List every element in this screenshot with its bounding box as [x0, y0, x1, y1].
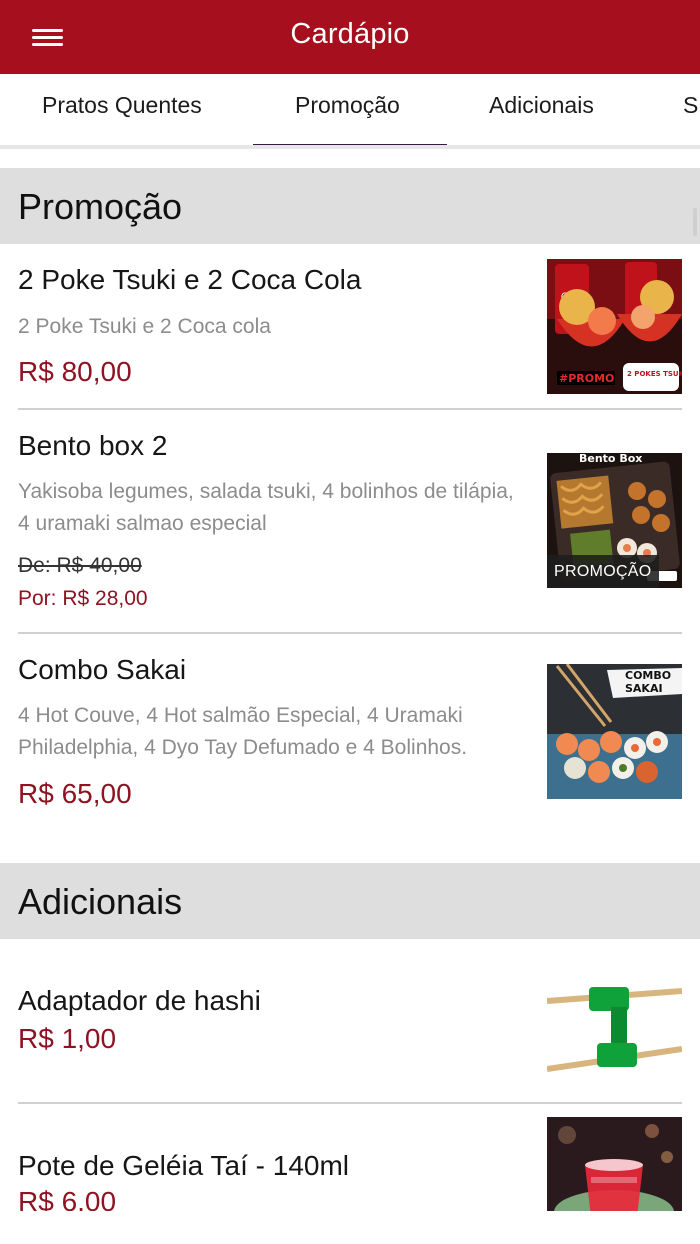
- item-price: R$ 80,00: [18, 356, 132, 387]
- scrollbar[interactable]: [693, 208, 697, 236]
- app-bar: Cardápio: [0, 0, 700, 74]
- page-title: Cardápio: [290, 18, 410, 50]
- item-old-price: De: R$ 40,00: [18, 554, 142, 577]
- combo-image-text-1: COMBO: [625, 669, 671, 682]
- tab-pratos-quentes[interactable]: Pratos Quentes: [42, 92, 202, 119]
- active-tab-indicator: [253, 144, 447, 145]
- section-title: Adicionais: [18, 881, 183, 922]
- menu-item[interactable]: Bento box 2 Yakisoba legumes, salada tsu…: [0, 410, 700, 634]
- geleia-pot-image: [547, 1117, 682, 1211]
- tab-adicionais[interactable]: Adicionais: [489, 92, 594, 119]
- item-name: Adaptador de hashi: [18, 985, 261, 1016]
- item-price: R$ 6,00: [18, 1186, 117, 1211]
- bento-image-text: Bento Box: [579, 453, 642, 465]
- item-name: Combo Sakai: [18, 654, 187, 685]
- combo-image-text-2: SAKAI: [625, 682, 663, 695]
- menu-item[interactable]: Adaptador de hashi R$ 1,00: [0, 939, 700, 1104]
- section-title: Promoção: [18, 186, 183, 227]
- section-header-adicionais: Adicionais: [0, 863, 700, 939]
- menu-item[interactable]: 2 Poke Tsuki e 2 Coca Cola 2 Poke Tsuki …: [0, 244, 700, 410]
- item-price: R$ 1,00: [18, 1023, 117, 1054]
- poke-image-pokes-text: 2 POKES TSUKI: [627, 370, 682, 378]
- promo-badge: PROMOÇÃO: [547, 555, 659, 588]
- hashi-adapter-image: [547, 963, 682, 1098]
- item-promo-price: Por: R$ 28,00: [18, 587, 148, 610]
- bento-box-image: Bento Box PROMOÇÃO: [547, 453, 682, 588]
- poke-coca-image: Coca #PROMO 2 POKES TSUKI: [547, 259, 682, 394]
- item-description: 2 Poke Tsuki e 2 Coca cola: [18, 315, 271, 338]
- tab-promocao[interactable]: Promoção: [295, 92, 400, 119]
- item-price: R$ 65,00: [18, 778, 132, 809]
- poke-image-promo-text: #PROMO: [559, 372, 614, 385]
- item-description: 4 Hot Couve, 4 Hot salmão Especial, 4 Ur…: [18, 704, 468, 759]
- section-header-promocao: Promoção: [0, 168, 700, 244]
- item-description: Yakisoba legumes, salada tsuki, 4 bolinh…: [18, 480, 514, 535]
- item-name: Bento box 2: [18, 430, 168, 461]
- item-name: 2 Poke Tsuki e 2 Coca Cola: [18, 264, 362, 295]
- tab-next-category[interactable]: S: [683, 92, 698, 119]
- category-tabs: Pratos Quentes Promoção Adicionais S: [0, 74, 700, 149]
- item-name: Pote de Geléia Taí - 140ml: [18, 1150, 350, 1181]
- menu-item[interactable]: Pote de Geléia Taí - 140ml R$ 6,00: [0, 1104, 700, 1211]
- menu-item[interactable]: Combo Sakai 4 Hot Couve, 4 Hot salmão Es…: [0, 634, 700, 834]
- combo-sakai-image: COMBO SAKAI: [547, 664, 682, 799]
